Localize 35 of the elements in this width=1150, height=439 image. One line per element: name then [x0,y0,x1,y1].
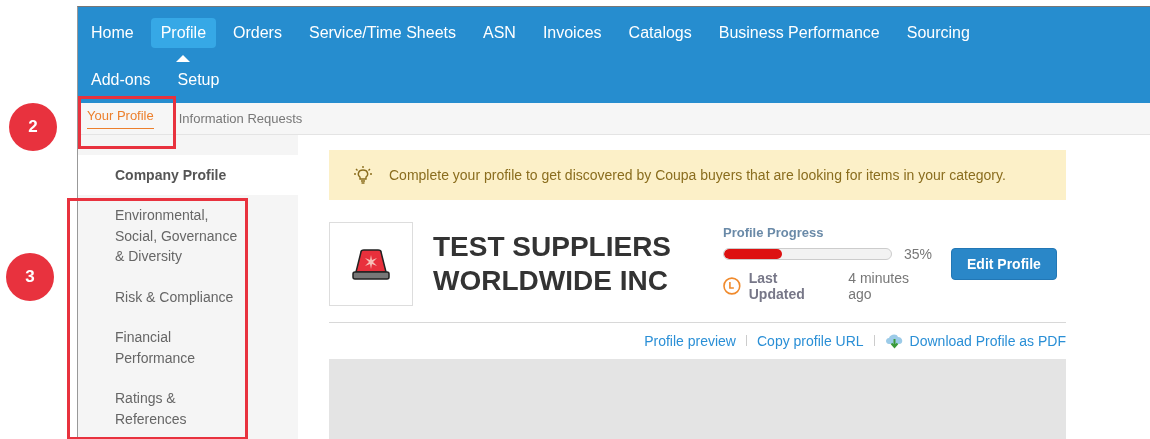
siren-icon [352,247,390,280]
last-updated-label: Last Updated [748,270,806,302]
progress-reading: 35% [904,246,933,262]
nav-tab[interactable]: Home [81,17,144,48]
subtab[interactable]: Your Profile [87,103,154,129]
callout-badge: 2 [9,103,57,151]
link[interactable]: Download Profile as PDF [909,332,1066,349]
link[interactable]: Profile preview [644,332,736,349]
lightbulb-icon [353,165,373,184]
callout-badge: 3 [6,253,54,301]
nav-tab[interactable]: Orders [223,17,292,48]
sidebar-item[interactable]: Ratings & References [78,378,298,439]
subtab[interactable]: Information Requests [178,103,303,134]
nav-tab[interactable]: Add-ons [81,64,161,95]
edit-profile-button[interactable]: Edit Profile [951,247,1057,280]
nav-tab[interactable]: Profile [150,17,217,48]
link[interactable]: Copy profile URL [757,332,864,349]
banner-text: Complete your profile to get discovered by Coupa buyers that are looking for items in your category. [389,166,1006,183]
pointer-icon [176,54,191,62]
clock-icon [723,277,741,295]
progress-label: Profile Progress [723,225,825,240]
nav-tab[interactable]: Invoices [532,17,612,48]
cloud-download-icon [884,332,904,349]
nav-tab[interactable]: Setup [167,64,230,95]
nav-tab[interactable]: Service/Time Sheets [298,17,466,48]
nav-tab[interactable]: ASN [472,17,526,48]
nav-tab[interactable]: Catalogs [618,17,702,48]
sidebar-item[interactable]: Environmental, Social, Governance & Diversity [78,195,298,277]
last-updated-value: 4 minutes ago [848,270,910,302]
sidebar-item[interactable]: Financial Performance [78,317,298,378]
sidebar-item[interactable]: Risk & Compliance [78,276,298,317]
sidebar-item[interactable]: Company Profile [78,154,298,195]
nav-tab[interactable]: Sourcing [896,17,980,48]
company-name: TEST SUPPLIERS WORLDWIDE INC [433,229,673,298]
nav-tab[interactable]: Business Performance [708,17,890,48]
